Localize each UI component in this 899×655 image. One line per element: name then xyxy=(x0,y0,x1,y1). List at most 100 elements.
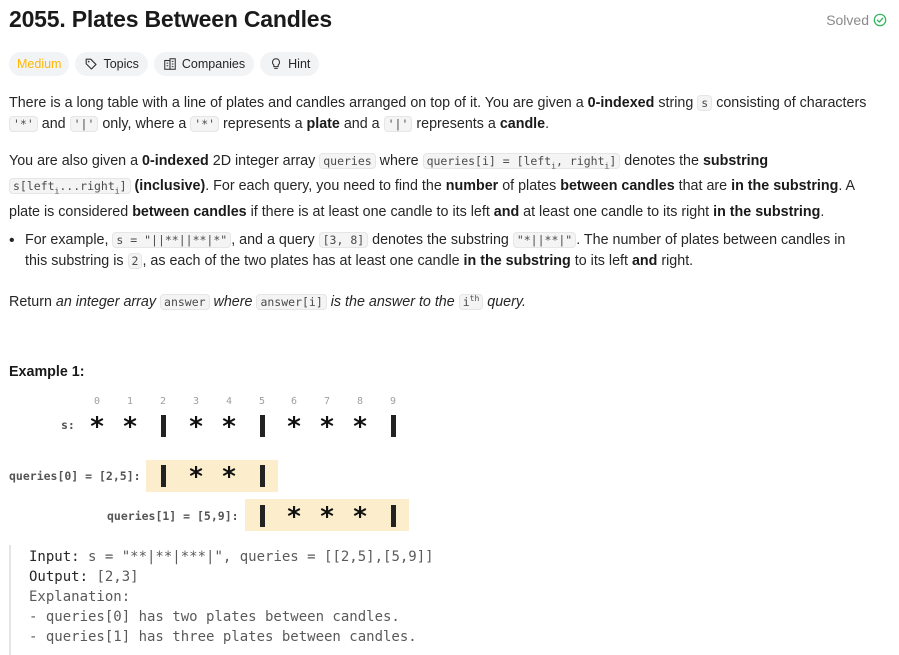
return-paragraph: Return an integer array answer where ans… xyxy=(9,288,889,313)
text-fragment: 0-indexed xyxy=(587,95,655,111)
candle-symbol xyxy=(152,465,174,487)
text-fragment: ] xyxy=(119,179,127,194)
text-fragment: in the substring xyxy=(731,178,839,195)
example-bullet: • For example, s = "||**||**|*", and a q… xyxy=(9,230,879,272)
inline-code: '|' xyxy=(383,116,413,132)
text-fragment: number xyxy=(445,178,499,195)
inline-code: answer[i] xyxy=(256,293,327,310)
index-label: 3 xyxy=(192,396,200,407)
inline-code: '*' xyxy=(190,116,220,132)
text-fragment: th xyxy=(469,294,480,303)
index-label: 7 xyxy=(323,396,331,407)
text-fragment: at least one candle to its right xyxy=(519,203,714,220)
example-output: Output: [2,3] xyxy=(29,569,139,585)
text-fragment: denotes the xyxy=(620,153,703,169)
inline-code: [3, 8] xyxy=(318,232,369,248)
text-fragment: and xyxy=(493,203,520,220)
topics-button[interactable]: Topics xyxy=(75,52,148,76)
example-explanation-line: - queries[1] has three plates between ca… xyxy=(29,629,417,645)
plate-symbol: * xyxy=(287,502,301,532)
description-paragraph-2: You are also given a 0-indexed 2D intege… xyxy=(9,151,889,223)
candle-symbol xyxy=(152,415,174,437)
text-fragment: . xyxy=(820,203,825,220)
topics-label: Topics xyxy=(103,57,139,71)
index-label: 6 xyxy=(290,396,298,407)
example-explanation-label: Explanation: xyxy=(29,589,131,605)
problem-tags: Medium Topics Companies Hint xyxy=(9,52,320,76)
plate-symbol: * xyxy=(353,412,367,442)
tag-icon xyxy=(86,58,98,70)
text-fragment: to its left xyxy=(570,253,632,269)
text-fragment: represents a xyxy=(412,116,500,132)
text-fragment: denotes the substring xyxy=(368,232,513,248)
text-fragment: that are xyxy=(674,178,732,195)
text-fragment: There is a long table with a line of pla… xyxy=(9,95,588,111)
example-block: Input: s = "**|**|***|", queries = [[2,5… xyxy=(9,545,891,655)
query0-label: queries[0] = [2,5]: xyxy=(9,469,141,483)
bullet-dot: • xyxy=(9,232,15,249)
text-fragment: For example, xyxy=(25,232,113,248)
index-label: 9 xyxy=(389,396,397,407)
inline-code: 2 xyxy=(127,253,143,269)
text-fragment: . xyxy=(545,116,550,132)
text-fragment: ] xyxy=(609,154,617,168)
text-fragment: string xyxy=(654,95,698,111)
query1-label: queries[1] = [5,9]: xyxy=(107,509,239,523)
text-fragment: between candles xyxy=(560,178,675,195)
solved-label: Solved xyxy=(826,12,869,28)
index-label: 4 xyxy=(225,396,233,407)
plate-symbol: * xyxy=(189,462,203,492)
text-fragment: 0-indexed xyxy=(142,153,209,169)
lightbulb-icon xyxy=(272,58,281,69)
inline-code: '*' xyxy=(9,116,38,132)
companies-label: Companies xyxy=(181,57,246,71)
inline-code: answer xyxy=(160,293,210,310)
text-fragment: (inclusive) xyxy=(134,178,206,195)
index-label: 2 xyxy=(159,396,167,407)
text-fragment: . For each query, you need to find the xyxy=(205,178,446,195)
plate-symbol: * xyxy=(353,502,367,532)
text-fragment: and a xyxy=(339,116,384,132)
text-fragment: of plates xyxy=(498,178,561,195)
hint-label: Hint xyxy=(288,57,311,71)
text-fragment: represents a xyxy=(219,116,307,132)
solved-status: Solved xyxy=(826,12,887,28)
text-fragment: s = "**|**|***|", queries = [[2,5],[5,9]… xyxy=(79,549,434,565)
index-label: 1 xyxy=(126,396,134,407)
text-fragment: right. xyxy=(657,253,694,269)
text-fragment: query. xyxy=(483,293,526,310)
inline-code: ith xyxy=(458,293,484,310)
text-fragment: , as each of the two plates has at least… xyxy=(142,253,464,269)
text-fragment: You are also given a xyxy=(9,153,143,169)
difficulty-badge[interactable]: Medium xyxy=(9,52,70,76)
text-fragment: between candles xyxy=(132,203,247,220)
problem-title: 2055. Plates Between Candles xyxy=(9,6,332,32)
inline-code: s[lefti...righti] xyxy=(9,178,131,196)
inline-code: s xyxy=(697,95,713,111)
candle-symbol xyxy=(382,505,404,527)
candle-symbol xyxy=(251,465,273,487)
candle-symbol xyxy=(382,415,404,437)
candle-symbol xyxy=(251,505,273,527)
text-fragment: 2D integer array xyxy=(208,153,320,169)
inline-code: "*||**|" xyxy=(512,232,577,248)
text-fragment: and xyxy=(631,253,658,269)
text-fragment: in the substring xyxy=(463,253,571,269)
text-fragment: in the substring xyxy=(713,203,821,220)
inline-code: queries[i] = [lefti, righti] xyxy=(422,153,621,170)
text-fragment: s[left xyxy=(13,179,55,194)
text-fragment: [2,3] xyxy=(88,569,139,585)
candle-symbol xyxy=(251,415,273,437)
hint-button[interactable]: Hint xyxy=(260,52,320,76)
plate-symbol: * xyxy=(222,462,236,492)
s-row-label: s: xyxy=(61,418,75,432)
text-fragment: Output: xyxy=(29,569,89,585)
text-fragment: only, where a xyxy=(98,116,191,132)
index-label: 0 xyxy=(93,396,101,407)
plate-symbol: * xyxy=(287,412,301,442)
index-label: 5 xyxy=(258,396,266,407)
text-fragment: ...right xyxy=(59,179,115,194)
companies-button[interactable]: Companies xyxy=(153,52,255,76)
text-fragment: queries[i] = [left xyxy=(426,154,552,168)
text-fragment: an integer array xyxy=(55,293,157,310)
